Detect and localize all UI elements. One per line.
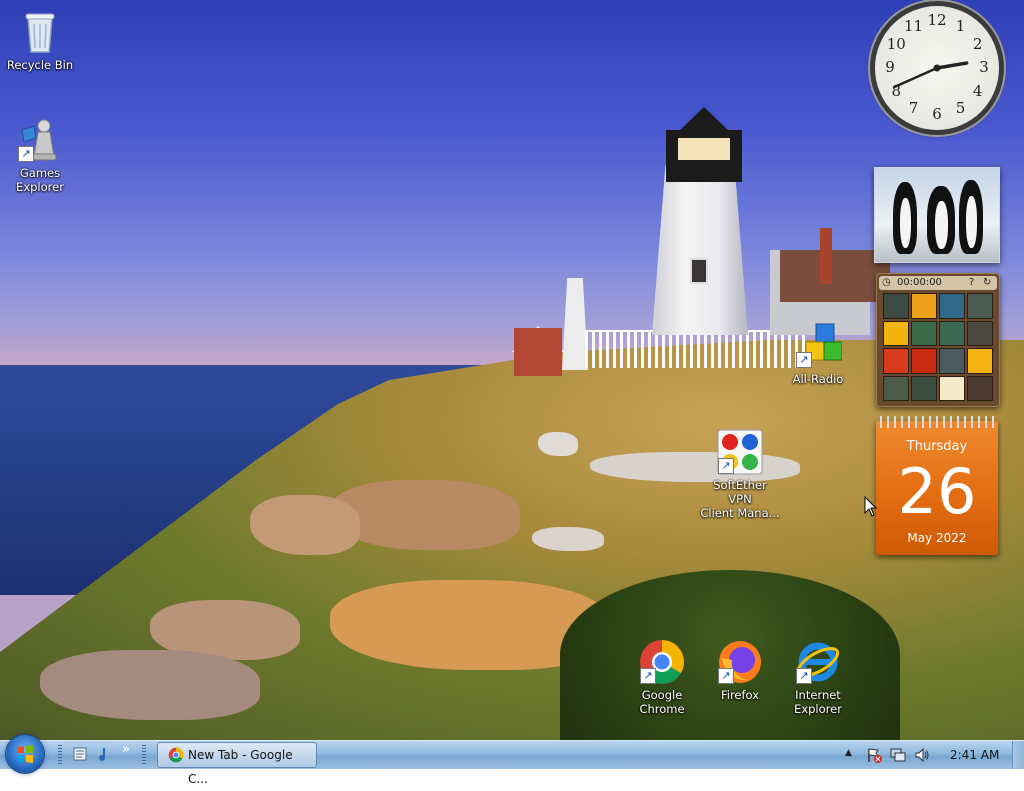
taskbar: » New Tab - Google C... ▲ 2:41 AM — [0, 735, 1024, 786]
slideshow-gadget[interactable] — [874, 167, 1000, 263]
taskbar-button-label: New Tab - Google C... — [188, 748, 293, 786]
chrome-icon — [168, 747, 184, 763]
puzzle-tile[interactable] — [911, 375, 937, 401]
puzzle-timer: 00:00:00 — [897, 277, 942, 288]
taskbar-grip[interactable] — [58, 745, 62, 765]
volume-icon[interactable] — [914, 747, 930, 763]
shortcut-arrow-icon: ↗ — [718, 668, 734, 684]
windows-logo-icon — [17, 745, 33, 763]
calendar-binding — [880, 416, 994, 428]
wallpaper-lighthouse-cap — [675, 107, 733, 135]
desktop-icon-label: Recycle Bin — [6, 58, 74, 72]
desktop-icon-firefox[interactable]: ↗ Firefox — [700, 638, 780, 702]
shortcut-arrow-icon: ↗ — [796, 352, 812, 368]
puzzle-tile[interactable] — [939, 348, 965, 374]
penguin-photo — [927, 186, 955, 254]
wallpaper-shed — [514, 328, 562, 376]
puzzle-tile[interactable] — [883, 320, 909, 346]
desktop-icon-label: All-Radio — [792, 372, 844, 386]
desktop-icon-label: Internet Explorer — [794, 688, 842, 716]
show-desktop-button[interactable] — [1012, 741, 1024, 769]
calendar-gadget[interactable]: Thursday 26 May 2022 — [876, 416, 998, 555]
desktop-icon-softether-vpn[interactable]: ↗ SoftEther VPN Client Mana... — [700, 428, 780, 520]
firefox-icon: ↗ — [716, 638, 764, 686]
wallpaper-chimney — [820, 228, 832, 284]
puzzle-toolbar: ◷ 00:00:00 ? ↻ — [879, 276, 997, 290]
puzzle-tile[interactable] — [967, 375, 993, 401]
desktop-icon-recycle-bin[interactable]: Recycle Bin — [0, 8, 80, 72]
puzzle-tile[interactable] — [939, 320, 965, 346]
shortcut-arrow-icon: ↗ — [18, 146, 34, 162]
clock-hands — [893, 61, 969, 88]
desktop-icon-label: SoftEther VPN Client Mana... — [700, 478, 780, 520]
desktop-icon-google-chrome[interactable]: ↗ Google Chrome — [622, 638, 702, 716]
wallpaper-fence — [585, 330, 805, 368]
puzzle-shuffle-icon[interactable]: ↻ — [983, 276, 991, 290]
wallpaper-rock — [532, 527, 604, 551]
clock-gadget[interactable]: 12 1 2 3 4 5 6 7 8 9 10 11 — [875, 6, 999, 130]
desktop-icon-all-radio[interactable]: ↗ All-Radio — [778, 322, 858, 386]
timer-icon: ◷ — [882, 277, 891, 288]
wallpaper-rock — [40, 650, 260, 720]
desktop-icon-games-explorer[interactable]: ↗ Games Explorer — [0, 116, 80, 194]
shortcut-arrow-icon: ↗ — [718, 458, 734, 474]
desktop-icon-label: Firefox — [720, 688, 760, 702]
calendar-month-year: May 2022 — [907, 531, 967, 545]
shortcut-arrow-icon: ↗ — [796, 668, 812, 684]
shortcut-arrow-icon: ↗ — [640, 668, 656, 684]
desktop-wallpaper — [0, 0, 1024, 740]
puzzle-tile[interactable] — [939, 293, 965, 319]
wallpaper-rock — [250, 495, 360, 555]
wallpaper-lighthouse — [652, 165, 748, 335]
show-hidden-icons-button[interactable]: ▲ — [845, 748, 852, 758]
all-radio-icon: ↗ — [794, 322, 843, 370]
penguin-photo — [959, 180, 983, 254]
taskbar-clock[interactable]: 2:41 AM — [950, 748, 999, 762]
taskbar-grip[interactable] — [142, 745, 146, 765]
puzzle-tile[interactable] — [911, 320, 937, 346]
show-desktop-icon[interactable] — [72, 746, 88, 762]
action-center-flag-icon[interactable] — [866, 747, 882, 763]
start-button[interactable] — [6, 735, 44, 773]
recycle-bin-icon — [16, 8, 64, 56]
desktop-icon-label: Google Chrome — [639, 688, 685, 716]
penguin-photo — [893, 182, 917, 254]
wallpaper-rock — [538, 432, 578, 456]
puzzle-tile[interactable] — [967, 320, 993, 346]
puzzle-grid — [883, 293, 993, 401]
wallpaper-lighthouse-glass — [678, 138, 730, 160]
desktop-icon-internet-explorer[interactable]: ↗ Internet Explorer — [778, 638, 858, 716]
media-player-icon[interactable] — [96, 746, 112, 762]
mouse-pointer — [864, 495, 878, 522]
puzzle-tile[interactable] — [911, 293, 937, 319]
chrome-icon: ↗ — [638, 638, 686, 686]
calendar-weekday: Thursday — [906, 439, 968, 454]
desktop-icon-label: Games Explorer — [16, 166, 64, 194]
wallpaper-lighthouse-window — [690, 258, 708, 284]
quick-launch-more[interactable]: » — [122, 742, 130, 757]
internet-explorer-icon: ↗ — [794, 638, 842, 686]
taskbar-button-chrome[interactable]: New Tab - Google C... — [157, 742, 317, 786]
games-explorer-icon: ↗ — [16, 116, 64, 164]
puzzle-tile[interactable] — [883, 293, 909, 319]
puzzle-tile[interactable] — [883, 375, 909, 401]
softether-vpn-icon: ↗ — [716, 428, 764, 476]
puzzle-help-icon[interactable]: ? — [969, 276, 974, 290]
puzzle-tile[interactable] — [967, 293, 993, 319]
puzzle-tile[interactable] — [883, 348, 909, 374]
network-icon[interactable] — [890, 747, 906, 763]
puzzle-tile[interactable] — [939, 375, 965, 401]
puzzle-tile[interactable] — [967, 348, 993, 374]
puzzle-tile[interactable] — [911, 348, 937, 374]
calendar-day: 26 — [897, 455, 977, 528]
picture-puzzle-gadget[interactable]: ◷ 00:00:00 ? ↻ — [876, 273, 1000, 407]
